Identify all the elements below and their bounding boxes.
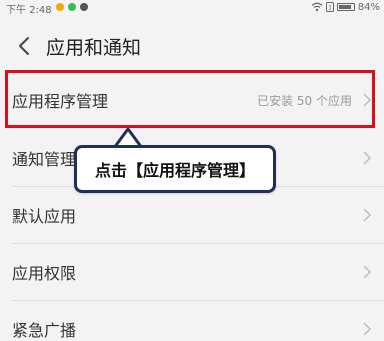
chevron-right-icon	[363, 322, 372, 336]
settings-screen: 下午 2:48 1 84% 应用和通知 应用程序管理 已安装 50 个应用 通知…	[0, 0, 384, 341]
status-icons: 1 84%	[311, 0, 380, 14]
wifi-icon	[311, 2, 323, 12]
list-item-emergency-broadcast[interactable]: 紧急广播	[0, 301, 384, 341]
list-item-label: 通知管理	[12, 149, 77, 169]
notification-dot-icon	[68, 3, 76, 11]
instruction-callout: 点击【应用程序管理】	[74, 145, 276, 193]
list-item-label: 默认应用	[12, 207, 77, 226]
notification-dot-icon	[56, 3, 64, 11]
battery-percent: 84%	[357, 1, 380, 13]
battery-icon	[336, 3, 355, 11]
list-item-default-apps[interactable]: 默认应用	[0, 187, 384, 243]
callout-text: 点击【应用程序管理】	[94, 161, 255, 180]
list-item-app-permissions[interactable]: 应用权限	[0, 244, 384, 300]
list-item-label: 紧急广播	[12, 321, 77, 340]
chevron-right-icon	[363, 208, 372, 222]
highlight-frame	[5, 70, 375, 128]
status-bar: 下午 2:48 1 84%	[0, 0, 384, 17]
chevron-right-icon	[363, 150, 372, 165]
sim-icon: 1	[325, 2, 334, 12]
notification-dot-icon	[80, 3, 88, 11]
back-arrow-icon[interactable]	[6, 28, 42, 64]
page-title: 应用和通知	[46, 36, 142, 59]
status-time: 下午 2:48	[6, 5, 52, 16]
page-header: 应用和通知	[0, 22, 384, 70]
list-item-label: 应用权限	[12, 264, 77, 283]
battery-level-fill	[338, 5, 351, 9]
svg-text:1: 1	[328, 5, 332, 12]
chevron-right-icon	[363, 265, 372, 279]
